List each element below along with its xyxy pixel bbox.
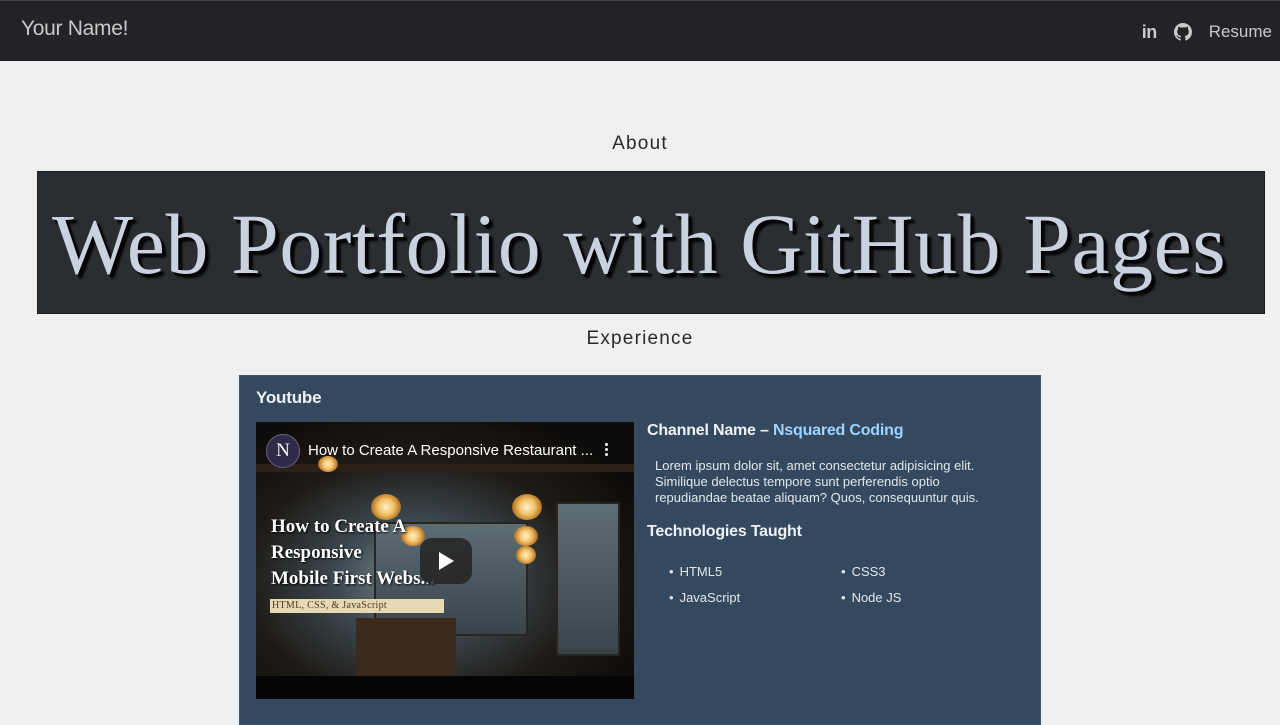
ceiling-beam — [256, 464, 634, 472]
channel-logo[interactable]: N — [266, 434, 300, 468]
technology-item: Node JS — [841, 590, 902, 605]
experience-card: Youtube N How to Create A Responsive Res… — [239, 375, 1041, 725]
linkedin-icon-glyph: in — [1141, 21, 1158, 42]
linkedin-icon[interactable]: in — [1141, 21, 1158, 43]
about-banner: Web Portfolio with GitHub Pages — [37, 171, 1265, 314]
thumbnail-lamp — [516, 546, 536, 564]
thumbnail-title: How to Create A Responsive Mobile First … — [271, 514, 435, 592]
channel-details: Channel Name – Nsquared Coding Lorem ips… — [647, 422, 1017, 605]
technology-item: CSS3 — [841, 564, 886, 579]
navbar: Your Name! in Resume — [0, 0, 1280, 61]
thumbnail-lamp — [514, 526, 538, 546]
video-title[interactable]: How to Create A Responsive Restaurant ..… — [308, 442, 598, 459]
thumbnail-title-line: How to Create A — [271, 516, 407, 537]
thumbnail-counter — [356, 618, 456, 676]
github-icon-svg — [1173, 23, 1192, 41]
play-button[interactable] — [420, 538, 472, 584]
thumbnail-title-line: Responsive — [271, 542, 362, 563]
play-icon — [439, 552, 454, 570]
nav-links: in Resume — [1142, 19, 1272, 45]
card-title: Youtube — [256, 388, 322, 407]
technologies-heading: Technologies Taught — [647, 523, 802, 540]
channel-line: Channel Name – Nsquared Coding — [647, 422, 1017, 440]
brand-name[interactable]: Your Name! — [21, 17, 128, 41]
video-bottom-bar — [256, 676, 634, 699]
thumbnail-lamp — [512, 494, 542, 520]
thumbnail-tag: HTML, CSS, & JavaScript — [270, 599, 444, 613]
github-icon[interactable] — [1173, 23, 1192, 41]
banner-text: Web Portfolio with GitHub Pages — [52, 196, 1227, 292]
technology-item: JavaScript — [669, 590, 741, 605]
channel-description: Lorem ipsum dolor sit, amet consectetur … — [655, 458, 979, 505]
thumbnail-window — [556, 502, 620, 656]
about-heading: About — [612, 133, 668, 154]
technology-item: HTML5 — [669, 564, 723, 579]
channel-link[interactable]: Nsquared Coding — [773, 422, 904, 439]
channel-label: Channel Name – — [647, 422, 773, 439]
thumbnail-title-line: Mobile First Webs... — [271, 568, 435, 589]
experience-heading: Experience — [586, 328, 694, 349]
youtube-video-embed[interactable]: N How to Create A Responsive Restaurant … — [256, 422, 634, 699]
resume-link[interactable]: Resume — [1209, 22, 1272, 42]
kebab-menu-icon[interactable] — [605, 443, 609, 458]
